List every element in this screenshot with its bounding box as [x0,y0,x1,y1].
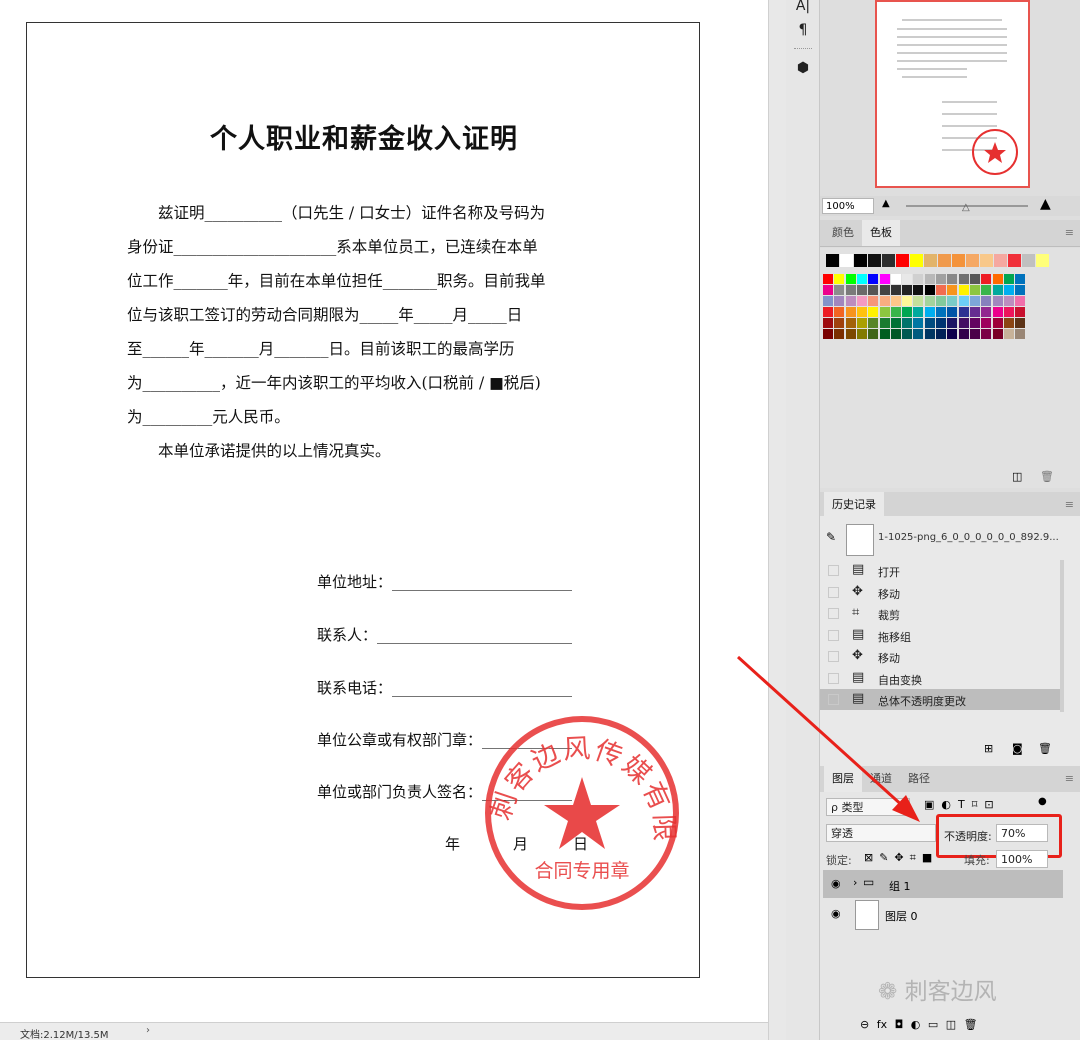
annotation-arrow [736,655,920,822]
